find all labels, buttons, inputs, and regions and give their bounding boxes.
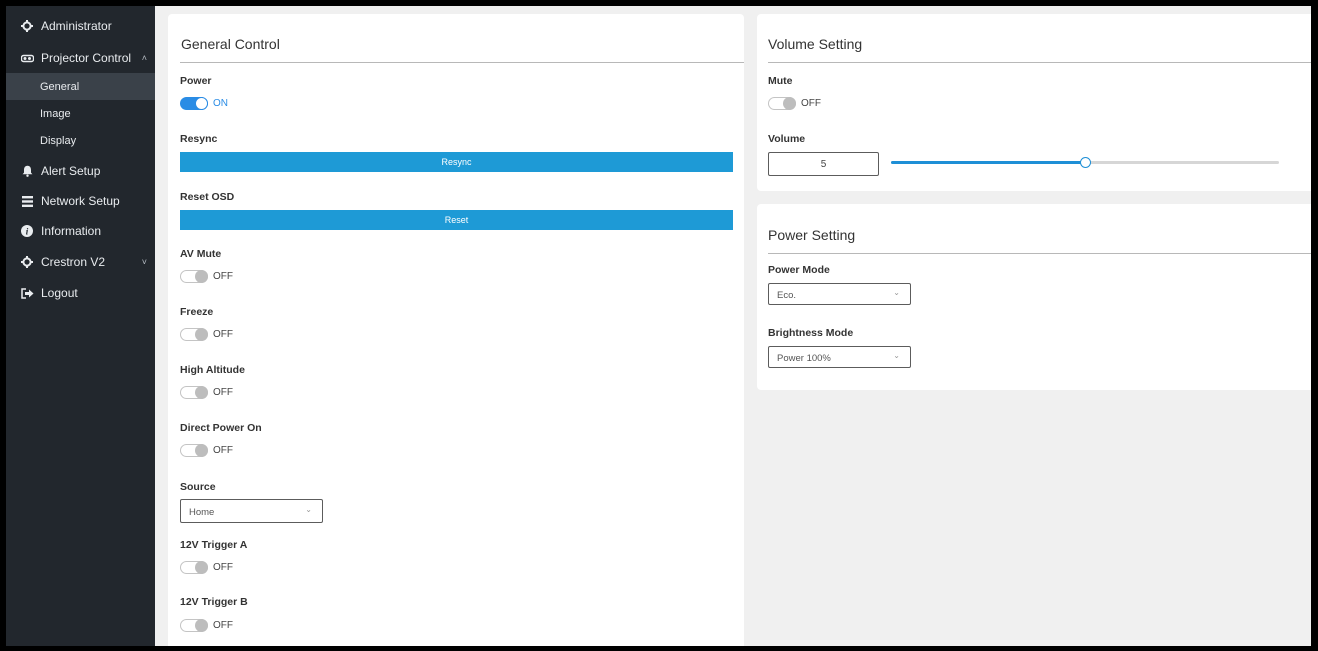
general-control-title: General Control bbox=[181, 36, 280, 52]
freeze-state: OFF bbox=[213, 329, 233, 340]
resync-button[interactable]: Resync bbox=[180, 152, 733, 172]
source-value: Home bbox=[189, 507, 215, 518]
sidebar-item-logout[interactable]: Logout bbox=[6, 279, 155, 307]
power-setting-title: Power Setting bbox=[768, 227, 856, 243]
power-toggle[interactable] bbox=[180, 97, 208, 110]
sidebar-item-information[interactable]: i Information bbox=[6, 217, 155, 245]
info-icon: i bbox=[18, 225, 36, 237]
trigger-b-label: 12V Trigger B bbox=[180, 596, 248, 608]
sidebar-item-label: Crestron V2 bbox=[41, 255, 106, 269]
power-mode-value: Eco. bbox=[777, 290, 797, 301]
volume-slider-thumb[interactable] bbox=[1080, 157, 1091, 168]
sidebar-subitem-general[interactable]: General bbox=[6, 73, 155, 100]
chevron-down-icon: ⌄ bbox=[893, 351, 900, 360]
direct-power-on-toggle[interactable] bbox=[180, 444, 208, 457]
trigger-b-state: OFF bbox=[213, 620, 233, 631]
sidebar-item-projector-control[interactable]: Projector Control ˄ bbox=[6, 44, 155, 72]
source-select[interactable]: Home ⌄ bbox=[180, 499, 323, 523]
av-mute-label: AV Mute bbox=[180, 248, 222, 260]
av-mute-state: OFF bbox=[213, 271, 233, 282]
gear-icon bbox=[18, 20, 36, 32]
av-mute-toggle[interactable] bbox=[180, 270, 208, 283]
power-label: Power bbox=[180, 75, 212, 87]
sidebar-item-label: Logout bbox=[41, 286, 78, 300]
source-label: Source bbox=[180, 481, 216, 493]
reset-osd-button[interactable]: Reset bbox=[180, 210, 733, 230]
freeze-label: Freeze bbox=[180, 306, 214, 318]
sidebar-item-label: Administrator bbox=[41, 19, 112, 33]
high-altitude-toggle[interactable] bbox=[180, 386, 208, 399]
volume-setting-card: Volume Setting Mute OFF Volume 5 bbox=[757, 14, 1311, 191]
sidebar-item-label: Alert Setup bbox=[41, 164, 101, 178]
direct-power-on-label: Direct Power On bbox=[180, 422, 262, 434]
sidebar-subitem-display[interactable]: Display bbox=[6, 127, 155, 154]
bell-icon bbox=[18, 165, 36, 177]
freeze-toggle[interactable] bbox=[180, 328, 208, 341]
high-altitude-state: OFF bbox=[213, 387, 233, 398]
divider bbox=[180, 62, 744, 63]
sidebar-item-alert-setup[interactable]: Alert Setup bbox=[6, 157, 155, 185]
mute-label: Mute bbox=[768, 75, 793, 87]
power-mode-select[interactable]: Eco. ⌄ bbox=[768, 283, 911, 305]
sidebar: Administrator Projector Control ˄ Genera… bbox=[6, 6, 155, 646]
volume-slider[interactable] bbox=[891, 157, 1279, 168]
sidebar-item-administrator[interactable]: Administrator bbox=[6, 12, 155, 40]
divider bbox=[768, 253, 1311, 254]
volume-input[interactable]: 5 bbox=[768, 152, 879, 176]
sidebar-item-crestron-v2[interactable]: Crestron V2 ˅ bbox=[6, 248, 155, 276]
chevron-down-icon: ⌄ bbox=[305, 505, 312, 514]
high-altitude-label: High Altitude bbox=[180, 364, 245, 376]
power-state: ON bbox=[213, 98, 228, 109]
trigger-b-toggle[interactable] bbox=[180, 619, 208, 632]
brightness-mode-select[interactable]: Power 100% ⌄ bbox=[768, 346, 911, 368]
brightness-mode-value: Power 100% bbox=[777, 353, 831, 364]
chevron-up-icon: ˄ bbox=[141, 53, 147, 63]
volume-slider-fill bbox=[891, 161, 1085, 164]
chevron-down-icon: ˅ bbox=[141, 257, 147, 267]
logout-icon bbox=[18, 287, 36, 299]
power-setting-card: Power Setting Power Mode Eco. ⌄ Brightne… bbox=[757, 204, 1311, 390]
direct-power-on-state: OFF bbox=[213, 445, 233, 456]
mute-toggle[interactable] bbox=[768, 97, 796, 110]
gear-icon bbox=[18, 256, 36, 268]
volume-label: Volume bbox=[768, 133, 806, 145]
sidebar-item-label: Projector Control bbox=[41, 51, 132, 65]
power-mode-label: Power Mode bbox=[768, 264, 830, 276]
chevron-down-icon: ⌄ bbox=[893, 288, 900, 297]
app-frame: Administrator Projector Control ˄ Genera… bbox=[6, 6, 1311, 646]
volume-setting-title: Volume Setting bbox=[768, 36, 863, 52]
mute-state: OFF bbox=[801, 98, 821, 109]
resync-label: Resync bbox=[180, 133, 218, 145]
trigger-a-label: 12V Trigger A bbox=[180, 539, 248, 551]
trigger-a-state: OFF bbox=[213, 562, 233, 573]
reset-osd-label: Reset OSD bbox=[180, 191, 235, 203]
divider bbox=[768, 62, 1311, 63]
sidebar-item-label: Network Setup bbox=[41, 194, 120, 208]
sidebar-subitem-image[interactable]: Image bbox=[6, 100, 155, 127]
brightness-mode-label: Brightness Mode bbox=[768, 327, 854, 339]
sidebar-item-label: Information bbox=[41, 224, 102, 238]
general-control-card: General Control Power ON Resync Resync R… bbox=[168, 14, 744, 646]
network-icon bbox=[18, 195, 36, 207]
projector-icon bbox=[18, 54, 36, 63]
trigger-a-toggle[interactable] bbox=[180, 561, 208, 574]
sidebar-item-network-setup[interactable]: Network Setup bbox=[6, 187, 155, 215]
